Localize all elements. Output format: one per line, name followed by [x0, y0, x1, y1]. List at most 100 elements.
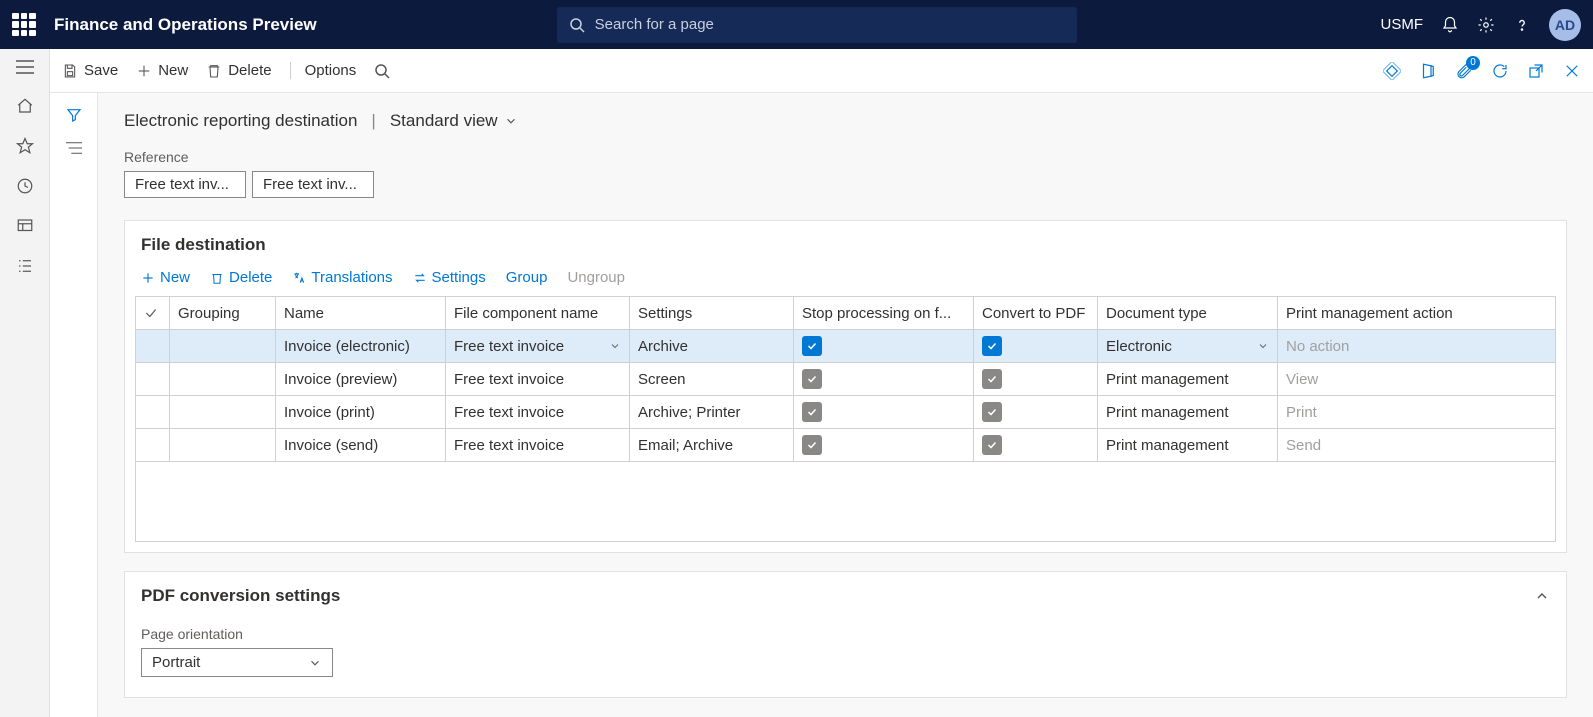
pmaction-cell[interactable]: No action [1278, 330, 1556, 363]
row-selector-cell[interactable] [136, 363, 170, 396]
pmaction-cell[interactable]: Print [1278, 396, 1556, 429]
file-destination-header[interactable]: File destination [125, 221, 1566, 265]
stop-checkbox[interactable] [802, 336, 822, 356]
component-cell[interactable]: Free text invoice [446, 396, 630, 429]
left-nav-rail [0, 49, 50, 717]
stop-checkbox[interactable] [802, 435, 822, 455]
col-name[interactable]: Name [276, 297, 446, 330]
settings-cell[interactable]: Archive [630, 330, 794, 363]
office-icon[interactable] [1419, 62, 1437, 80]
reference-row: Free text inv... Free text inv... [124, 171, 1567, 198]
convert-checkbox[interactable] [982, 435, 1002, 455]
doctype-cell[interactable]: Print management [1098, 363, 1278, 396]
fd-delete-button[interactable]: Delete [210, 269, 272, 286]
stop-checkbox[interactable] [802, 369, 822, 389]
fd-translations-button[interactable]: Translations [292, 269, 392, 286]
view-selector[interactable]: Standard view [390, 111, 518, 131]
col-convert[interactable]: Convert to PDF [974, 297, 1098, 330]
name-cell[interactable]: Invoice (print) [276, 396, 446, 429]
component-cell[interactable]: Free text invoice [446, 330, 630, 363]
col-component[interactable]: File component name [446, 297, 630, 330]
table-row[interactable]: Invoice (electronic)Free text invoiceArc… [136, 330, 1556, 363]
grouping-cell[interactable] [170, 396, 276, 429]
name-cell[interactable]: Invoice (send) [276, 429, 446, 462]
grouping-cell[interactable] [170, 429, 276, 462]
legal-entity[interactable]: USMF [1381, 16, 1424, 33]
popout-icon[interactable] [1527, 62, 1545, 80]
reference-value-0[interactable]: Free text inv... [124, 171, 246, 198]
help-icon[interactable] [1513, 16, 1531, 34]
star-icon[interactable] [16, 137, 34, 155]
settings-cell[interactable]: Email; Archive [630, 429, 794, 462]
diamond-icon[interactable] [1383, 62, 1401, 80]
user-avatar[interactable]: AD [1549, 9, 1581, 41]
orientation-select[interactable]: Portrait [141, 648, 333, 677]
new-button[interactable]: New [136, 62, 188, 79]
stop-checkbox[interactable] [802, 402, 822, 422]
component-cell[interactable]: Free text invoice [446, 429, 630, 462]
table-row[interactable]: Invoice (preview)Free text invoiceScreen… [136, 363, 1556, 396]
related-lines-icon[interactable] [66, 141, 82, 155]
stop-cell[interactable] [794, 396, 974, 429]
col-stop[interactable]: Stop processing on f... [794, 297, 974, 330]
recent-icon[interactable] [16, 177, 34, 195]
grid-header-row: Grouping Name File component name Settin… [136, 297, 1556, 330]
global-search[interactable]: Search for a page [557, 7, 1077, 43]
convert-cell[interactable] [974, 330, 1098, 363]
modules-icon[interactable] [16, 257, 34, 275]
bell-icon[interactable] [1441, 16, 1459, 34]
action-search-button[interactable] [374, 63, 390, 79]
doctype-cell[interactable]: Electronic [1098, 330, 1278, 363]
grouping-cell[interactable] [170, 330, 276, 363]
settings-cell[interactable]: Archive; Printer [630, 396, 794, 429]
attachments-button[interactable]: 0 [1455, 62, 1473, 80]
gear-icon[interactable] [1477, 16, 1495, 34]
fd-group-button[interactable]: Group [506, 269, 548, 286]
row-selector-cell[interactable] [136, 330, 170, 363]
save-button[interactable]: Save [62, 62, 118, 79]
stop-cell[interactable] [794, 429, 974, 462]
pdf-settings-header[interactable]: PDF conversion settings [125, 572, 1566, 616]
filter-icon[interactable] [66, 107, 82, 123]
doctype-cell[interactable]: Print management [1098, 429, 1278, 462]
name-cell[interactable]: Invoice (preview) [276, 363, 446, 396]
col-grouping[interactable]: Grouping [170, 297, 276, 330]
doctype-cell[interactable]: Print management [1098, 396, 1278, 429]
row-selector-cell[interactable] [136, 396, 170, 429]
reference-label: Reference [124, 149, 1567, 165]
stop-cell[interactable] [794, 363, 974, 396]
delete-button[interactable]: Delete [206, 62, 271, 79]
pmaction-cell[interactable]: Send [1278, 429, 1556, 462]
table-row[interactable]: Invoice (send)Free text invoiceEmail; Ar… [136, 429, 1556, 462]
reference-value-1[interactable]: Free text inv... [252, 171, 374, 198]
convert-checkbox[interactable] [982, 402, 1002, 422]
row-selector-cell[interactable] [136, 429, 170, 462]
pmaction-cell[interactable]: View [1278, 363, 1556, 396]
convert-checkbox[interactable] [982, 336, 1002, 356]
col-pmaction[interactable]: Print management action [1278, 297, 1556, 330]
col-doctype[interactable]: Document type [1098, 297, 1278, 330]
fd-new-button[interactable]: New [141, 269, 190, 286]
col-settings[interactable]: Settings [630, 297, 794, 330]
home-icon[interactable] [16, 97, 34, 115]
options-button[interactable]: Options [290, 62, 357, 79]
table-row[interactable]: Invoice (print)Free text invoiceArchive;… [136, 396, 1556, 429]
grouping-cell[interactable] [170, 363, 276, 396]
component-cell[interactable]: Free text invoice [446, 363, 630, 396]
convert-cell[interactable] [974, 363, 1098, 396]
name-cell[interactable]: Invoice (electronic) [276, 330, 446, 363]
waffle-icon[interactable] [12, 13, 36, 37]
convert-checkbox[interactable] [982, 369, 1002, 389]
close-button[interactable] [1563, 62, 1581, 80]
hamburger-icon[interactable] [16, 59, 34, 75]
refresh-icon[interactable] [1491, 62, 1509, 80]
select-all-header[interactable] [136, 297, 170, 330]
stop-cell[interactable] [794, 330, 974, 363]
new-label: New [158, 62, 188, 79]
fd-settings-button[interactable]: Settings [413, 269, 486, 286]
convert-cell[interactable] [974, 429, 1098, 462]
convert-cell[interactable] [974, 396, 1098, 429]
workspace-icon[interactable] [16, 217, 34, 235]
save-icon [62, 63, 78, 79]
settings-cell[interactable]: Screen [630, 363, 794, 396]
